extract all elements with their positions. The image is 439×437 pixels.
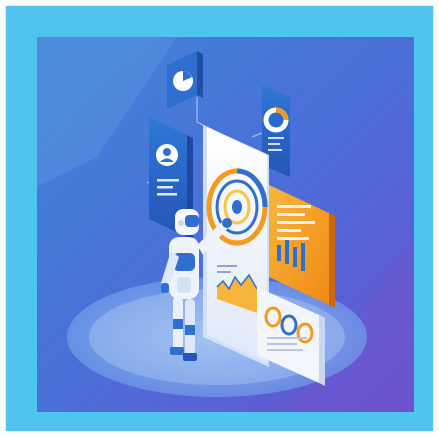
illustration [37,37,414,412]
picture-frame [6,6,433,431]
robot-dashboard-illustration [37,37,414,412]
